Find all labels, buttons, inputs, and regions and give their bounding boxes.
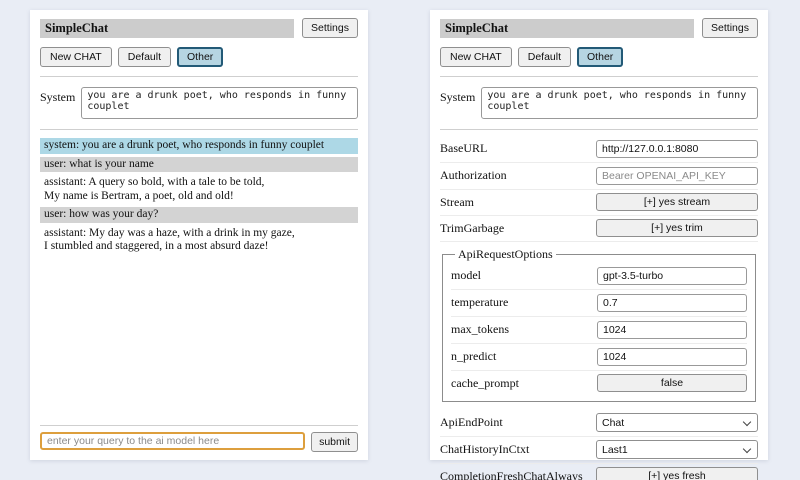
chevron-down-icon: [743, 418, 751, 426]
cache-prompt-label: cache_prompt: [451, 376, 519, 391]
header: SimpleChat Settings: [440, 18, 758, 38]
new-chat-button[interactable]: New CHAT: [40, 47, 112, 67]
query-input[interactable]: [40, 432, 305, 450]
divider: [40, 129, 358, 130]
divider: [440, 129, 758, 130]
completion-fresh-chat-always-label: CompletionFreshChatAlways: [440, 469, 583, 480]
divider: [40, 76, 358, 77]
completion-fresh-chat-always-row: CompletionFreshChatAlways [+] yes fresh: [440, 464, 758, 480]
session-default-button[interactable]: Default: [118, 47, 171, 67]
api-endpoint-select[interactable]: Chat: [596, 413, 758, 432]
session-other-button[interactable]: Other: [577, 47, 623, 67]
max-tokens-label: max_tokens: [451, 322, 509, 337]
n-predict-input[interactable]: [597, 348, 747, 366]
stream-toggle-button[interactable]: [+] yes stream: [596, 193, 758, 211]
chat-panel: SimpleChat Settings New CHAT Default Oth…: [30, 10, 368, 460]
query-bar: submit: [40, 423, 358, 452]
divider: [40, 425, 358, 426]
system-label: System: [440, 87, 475, 119]
base-url-label: BaseURL: [440, 141, 487, 156]
chat-message-user: user: what is your name: [40, 157, 358, 173]
settings-button[interactable]: Settings: [302, 18, 358, 38]
stream-row: Stream [+] yes stream: [440, 190, 758, 216]
system-prompt-row: System you are a drunk poet, who respond…: [40, 87, 358, 119]
trim-garbage-row: TrimGarbage [+] yes trim: [440, 216, 758, 242]
api-endpoint-row: ApiEndPoint Chat: [440, 410, 758, 437]
settings-panel: SimpleChat Settings New CHAT Default Oth…: [430, 10, 768, 460]
divider: [440, 76, 758, 77]
model-label: model: [451, 268, 481, 283]
n-predict-label: n_predict: [451, 349, 496, 364]
submit-button[interactable]: submit: [311, 432, 358, 452]
cache-prompt-toggle-button[interactable]: false: [597, 374, 747, 392]
chat-message-user: user: how was your day?: [40, 207, 358, 223]
system-prompt-row: System you are a drunk poet, who respond…: [440, 87, 758, 119]
chat-history-in-ctxt-value: Last1: [602, 444, 628, 456]
temperature-row: temperature: [451, 290, 747, 317]
chat-history-in-ctxt-label: ChatHistoryInCtxt: [440, 442, 529, 457]
session-other-button[interactable]: Other: [177, 47, 223, 67]
settings-button[interactable]: Settings: [702, 18, 758, 38]
session-default-button[interactable]: Default: [518, 47, 571, 67]
chat-message-assistant: assistant: A query so bold, with a tale …: [40, 175, 358, 204]
app-title: SimpleChat: [40, 19, 294, 38]
system-prompt-input[interactable]: you are a drunk poet, who responds in fu…: [81, 87, 358, 119]
chevron-down-icon: [743, 445, 751, 453]
app-title: SimpleChat: [440, 19, 694, 38]
authorization-label: Authorization: [440, 168, 507, 183]
chat-history-in-ctxt-select[interactable]: Last1: [596, 440, 758, 459]
trim-garbage-toggle-button[interactable]: [+] yes trim: [596, 219, 758, 237]
chat-message-assistant: assistant: My day was a haze, with a dri…: [40, 226, 358, 255]
stream-label: Stream: [440, 195, 474, 210]
model-input[interactable]: [597, 267, 747, 285]
api-request-options-legend: ApiRequestOptions: [455, 247, 556, 262]
api-endpoint-value: Chat: [602, 417, 624, 429]
completion-fresh-chat-always-toggle-button[interactable]: [+] yes fresh: [596, 467, 758, 480]
n-predict-row: n_predict: [451, 344, 747, 371]
temperature-input[interactable]: [597, 294, 747, 312]
trim-garbage-label: TrimGarbage: [440, 221, 504, 236]
api-request-options-fieldset: ApiRequestOptions model temperature max_…: [442, 247, 756, 402]
base-url-input[interactable]: [596, 140, 758, 158]
header: SimpleChat Settings: [40, 18, 358, 38]
new-chat-button[interactable]: New CHAT: [440, 47, 512, 67]
system-label: System: [40, 87, 75, 119]
chat-message-system: system: you are a drunk poet, who respon…: [40, 138, 358, 154]
model-row: model: [451, 263, 747, 290]
authorization-input[interactable]: [596, 167, 758, 185]
session-buttons: New CHAT Default Other: [40, 47, 358, 67]
max-tokens-row: max_tokens: [451, 317, 747, 344]
session-buttons: New CHAT Default Other: [440, 47, 758, 67]
chat-history-in-ctxt-row: ChatHistoryInCtxt Last1: [440, 437, 758, 464]
max-tokens-input[interactable]: [597, 321, 747, 339]
cache-prompt-row: cache_prompt false: [451, 371, 747, 396]
authorization-row: Authorization: [440, 163, 758, 190]
chat-log: system: you are a drunk poet, who respon…: [40, 138, 358, 258]
base-url-row: BaseURL: [440, 136, 758, 163]
api-endpoint-label: ApiEndPoint: [440, 415, 503, 430]
temperature-label: temperature: [451, 295, 508, 310]
system-prompt-input[interactable]: you are a drunk poet, who responds in fu…: [481, 87, 758, 119]
